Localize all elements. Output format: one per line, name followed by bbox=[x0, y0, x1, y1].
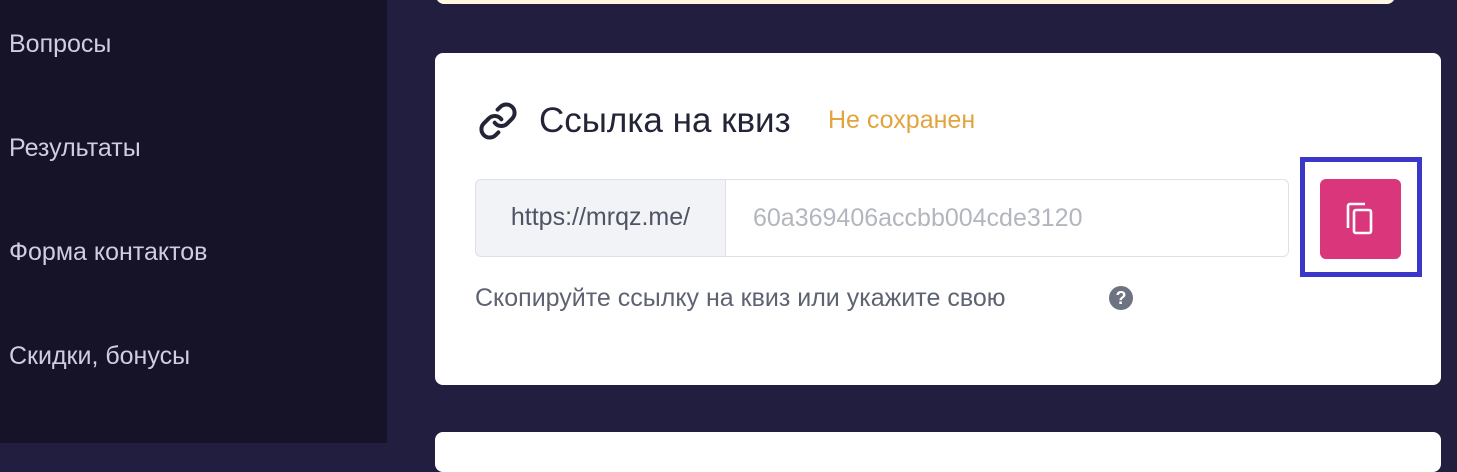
copy-link-button[interactable] bbox=[1320, 179, 1401, 259]
copy-icon bbox=[1346, 202, 1373, 235]
notice-panel-edge bbox=[436, 0, 1395, 4]
sidebar-item-results[interactable]: Результаты bbox=[9, 133, 141, 163]
save-status: Не сохранен bbox=[828, 106, 976, 134]
sidebar: Вопросы Результаты Форма контактов Скидк… bbox=[0, 0, 387, 443]
helper-text: Скопируйте ссылку на квиз или укажите св… bbox=[475, 284, 1006, 312]
question-circle-icon[interactable]: ? bbox=[1109, 286, 1133, 310]
sidebar-item-contact-form[interactable]: Форма контактов bbox=[9, 237, 207, 267]
url-prefix: https://mrqz.me/ bbox=[475, 179, 725, 257]
sidebar-item-discounts[interactable]: Скидки, бонусы bbox=[9, 341, 190, 371]
sidebar-item-questions[interactable]: Вопросы bbox=[9, 29, 111, 59]
section-title: Ссылка на квиз bbox=[539, 101, 791, 140]
next-card bbox=[435, 432, 1441, 472]
quiz-slug-input[interactable] bbox=[725, 179, 1289, 257]
link-icon bbox=[478, 101, 518, 141]
